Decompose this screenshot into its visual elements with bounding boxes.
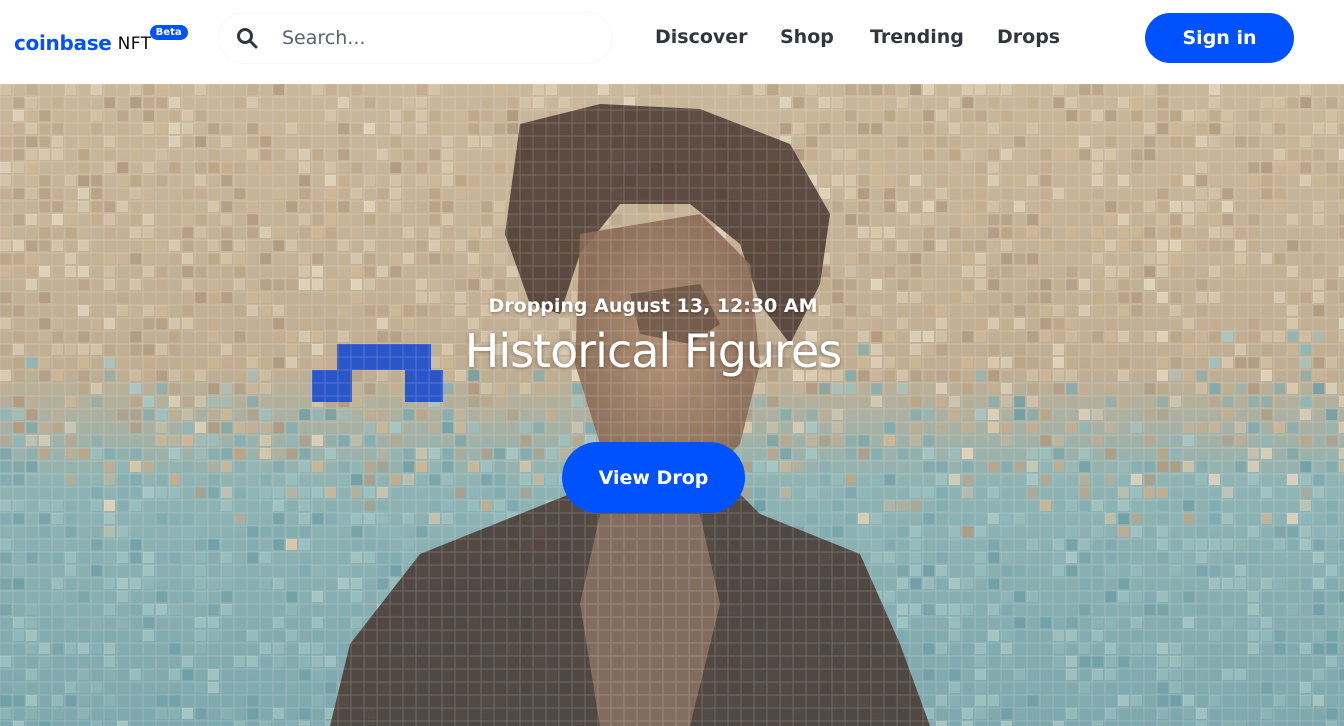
view-drop-button[interactable]: View Drop xyxy=(562,442,745,513)
hero-pixel-mosaic-artwork xyxy=(0,84,1344,726)
search-bar[interactable] xyxy=(218,12,613,64)
hero-banner: Dropping August 13, 12:30 AM Historical … xyxy=(0,84,1344,726)
coinbase-nft-logo[interactable]: coinbase NFT Beta xyxy=(14,25,188,62)
drop-title: Historical Figures xyxy=(464,324,843,378)
logo-wordmark: coinbase xyxy=(14,31,112,55)
search-input[interactable] xyxy=(282,22,592,54)
nav-trending[interactable]: Trending xyxy=(870,26,964,48)
search-icon[interactable] xyxy=(236,27,258,49)
nav-shop[interactable]: Shop xyxy=(780,26,834,48)
nav-discover[interactable]: Discover xyxy=(655,26,748,48)
logo-nft-label: NFT xyxy=(117,34,152,54)
drop-date: Dropping August 13, 12:30 AM xyxy=(488,295,818,317)
beta-badge: Beta xyxy=(149,25,188,40)
nav-drops[interactable]: Drops xyxy=(997,26,1060,48)
sign-in-button[interactable]: Sign in xyxy=(1145,13,1294,63)
top-navigation-bar: coinbase NFT Beta Discover Shop Trending… xyxy=(0,0,1344,84)
